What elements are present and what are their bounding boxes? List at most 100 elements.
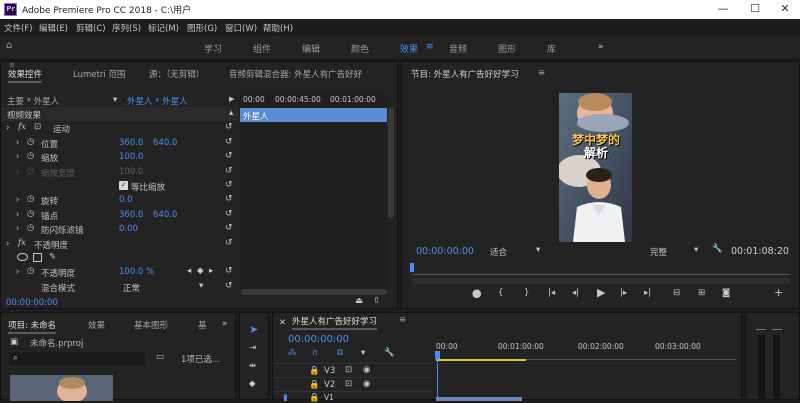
add-marker-icon[interactable]: ⬤ (472, 289, 482, 299)
next-keyframe-icon[interactable]: ▸ (209, 266, 213, 276)
home-icon[interactable]: ⌂ (6, 40, 12, 51)
scale-value[interactable]: 100.0 (119, 152, 143, 162)
media-thumbnail[interactable] (10, 375, 113, 401)
reset-icon[interactable]: ↺ (225, 122, 233, 132)
export-frame-icon[interactable]: ⇧ (373, 296, 380, 306)
menu-sequence[interactable]: 序列(S) (112, 22, 141, 34)
snap-icon[interactable]: ∩ (312, 348, 318, 358)
play-icon[interactable]: ▶ (597, 286, 605, 299)
go-to-in-icon[interactable]: |◂ (548, 288, 555, 298)
tab-audio-clip-mixer[interactable]: 音频剪辑混合器: 外星人有广告好好 (229, 68, 362, 80)
stopwatch-icon[interactable]: ◷ (27, 194, 34, 204)
master-clip-label[interactable]: 主要 * 外星人 (7, 95, 59, 107)
stopwatch-icon[interactable]: ◷ (27, 209, 34, 219)
menu-edit[interactable]: 编辑(E) (39, 22, 68, 34)
close-tab-icon[interactable]: ✕ (279, 318, 286, 328)
reset-icon[interactable]: ↺ (225, 266, 233, 276)
play-triangle-icon[interactable]: ▶ (229, 95, 234, 103)
reset-icon[interactable]: ↺ (225, 151, 233, 161)
step-forward-icon[interactable]: |▸ (620, 288, 627, 298)
sync-lock-icon[interactable]: ⊡ (345, 365, 352, 375)
go-to-out-icon[interactable]: ▸| (644, 288, 651, 298)
panel-menu-icon[interactable]: ≡ (399, 315, 406, 325)
rectangle-mask-icon[interactable] (33, 253, 42, 262)
ripple-edit-tool-icon[interactable]: ⇹ (249, 361, 256, 371)
tab-effect-controls[interactable]: 效果控件 (8, 68, 43, 83)
razor-tool-icon[interactable]: ◆ (249, 379, 256, 389)
menu-file[interactable]: 文件(F) (4, 22, 33, 34)
menu-marker[interactable]: 标记(M) (148, 22, 179, 34)
track-name-v3[interactable]: V3 (324, 366, 335, 376)
stopwatch-icon[interactable]: ◷ (27, 223, 34, 233)
menu-clip[interactable]: 剪辑(C) (76, 22, 106, 34)
nest-icon[interactable]: ⁂ (288, 348, 297, 358)
add-keyframe-icon[interactable]: ◆ (197, 266, 204, 276)
dropdown-arrow-icon[interactable]: ▾ (113, 95, 117, 105)
tab-source[interactable]: 源：（无剪辑） (149, 68, 204, 80)
search-input[interactable]: ⌕ (9, 352, 145, 365)
position-x-value[interactable]: 360.0 (119, 138, 143, 148)
quality-select[interactable]: 完整 (650, 246, 667, 258)
mark-out-icon[interactable]: } (524, 288, 529, 298)
program-monitor-title[interactable]: 节目: 外星人有广告好好学习 (411, 68, 519, 80)
tab-essential-graphics[interactable]: 基本图形 (134, 319, 168, 331)
anchor-x-value[interactable]: 360.0 (119, 210, 143, 220)
track-area[interactable] (436, 363, 736, 401)
stopwatch-icon[interactable]: ◷ (27, 266, 34, 276)
sync-lock-icon[interactable]: ⊡ (345, 379, 352, 389)
horizontal-scrollbar[interactable] (241, 289, 387, 295)
fx-icon[interactable]: fx (18, 238, 26, 248)
collapse-arrow-icon[interactable]: › (6, 123, 9, 133)
expand-arrow-icon[interactable]: › (16, 224, 19, 234)
reset-icon[interactable]: ↺ (225, 194, 233, 204)
stopwatch-icon[interactable]: ◷ (27, 137, 34, 147)
expand-arrow-icon[interactable]: › (16, 195, 19, 205)
anchor-y-value[interactable]: 640.0 (153, 210, 177, 220)
add-button-icon[interactable]: + (774, 286, 783, 299)
more-tabs-icon[interactable]: » (222, 319, 227, 329)
tab-effects[interactable]: 效果 (88, 319, 105, 331)
video-frame[interactable]: 梦中梦的 解析 (559, 93, 632, 242)
current-time-readout[interactable]: 00:00:00:00 (6, 298, 58, 308)
work-area-bar[interactable] (436, 359, 526, 361)
opacity-value[interactable]: 100.0 % (119, 267, 154, 277)
new-bin-icon[interactable]: ▭ (156, 352, 164, 362)
reset-icon[interactable]: ↺ (225, 281, 233, 291)
menu-help[interactable]: 帮助(H) (263, 22, 293, 34)
track-name-v2[interactable]: V2 (324, 380, 335, 390)
dropdown-arrow-icon[interactable]: ▾ (199, 281, 203, 291)
workspace-assembly[interactable]: 组件 (253, 42, 271, 55)
rotation-value[interactable]: 0.0 (119, 195, 133, 205)
tab-project[interactable]: 项目: 未命名 (8, 319, 57, 334)
source-patch-v1[interactable]: ▮ (283, 393, 288, 403)
clip-bar[interactable]: 外星人 (240, 108, 387, 122)
workspace-menu-icon[interactable]: ≡ (426, 42, 434, 52)
reset-icon[interactable]: ↺ (225, 180, 233, 190)
track-name-v1[interactable]: V1 (324, 393, 334, 402)
mark-in-icon[interactable]: { (498, 288, 503, 298)
camera-icon[interactable]: ◙ (722, 288, 730, 298)
minimize-button[interactable]: — (708, 2, 738, 17)
filter-icon[interactable]: ⏏ (355, 296, 363, 306)
lock-icon[interactable]: 🔒 (309, 393, 320, 403)
expand-arrow-icon[interactable]: › (16, 267, 19, 277)
dropdown-arrow-icon[interactable]: ▾ (536, 245, 540, 255)
expand-arrow-icon[interactable]: › (16, 152, 19, 162)
collapse-arrow-icon[interactable]: › (6, 239, 9, 249)
menu-graphics[interactable]: 图形(G) (187, 22, 217, 34)
wrench-icon[interactable]: 🔧 (712, 244, 723, 254)
workspace-editing[interactable]: 编辑 (302, 42, 320, 55)
workspace-color[interactable]: 颜色 (351, 42, 369, 55)
maximize-button[interactable]: ☐ (740, 2, 770, 17)
reset-icon[interactable]: ↺ (225, 223, 233, 233)
timeline-playhead-icon[interactable] (435, 351, 440, 359)
expand-arrow-icon[interactable]: › (16, 210, 19, 220)
ellipse-mask-icon[interactable] (17, 253, 28, 261)
selection-tool-icon[interactable]: ➤ (249, 323, 258, 336)
eye-icon[interactable]: ◉ (363, 379, 370, 389)
pen-mask-icon[interactable]: ✎ (49, 252, 56, 262)
prev-keyframe-icon[interactable]: ◂ (187, 266, 191, 276)
dropdown-arrow-icon[interactable]: ▾ (694, 245, 698, 255)
menu-window[interactable]: 窗口(W) (225, 22, 257, 34)
eye-icon[interactable]: ◉ (363, 365, 370, 375)
